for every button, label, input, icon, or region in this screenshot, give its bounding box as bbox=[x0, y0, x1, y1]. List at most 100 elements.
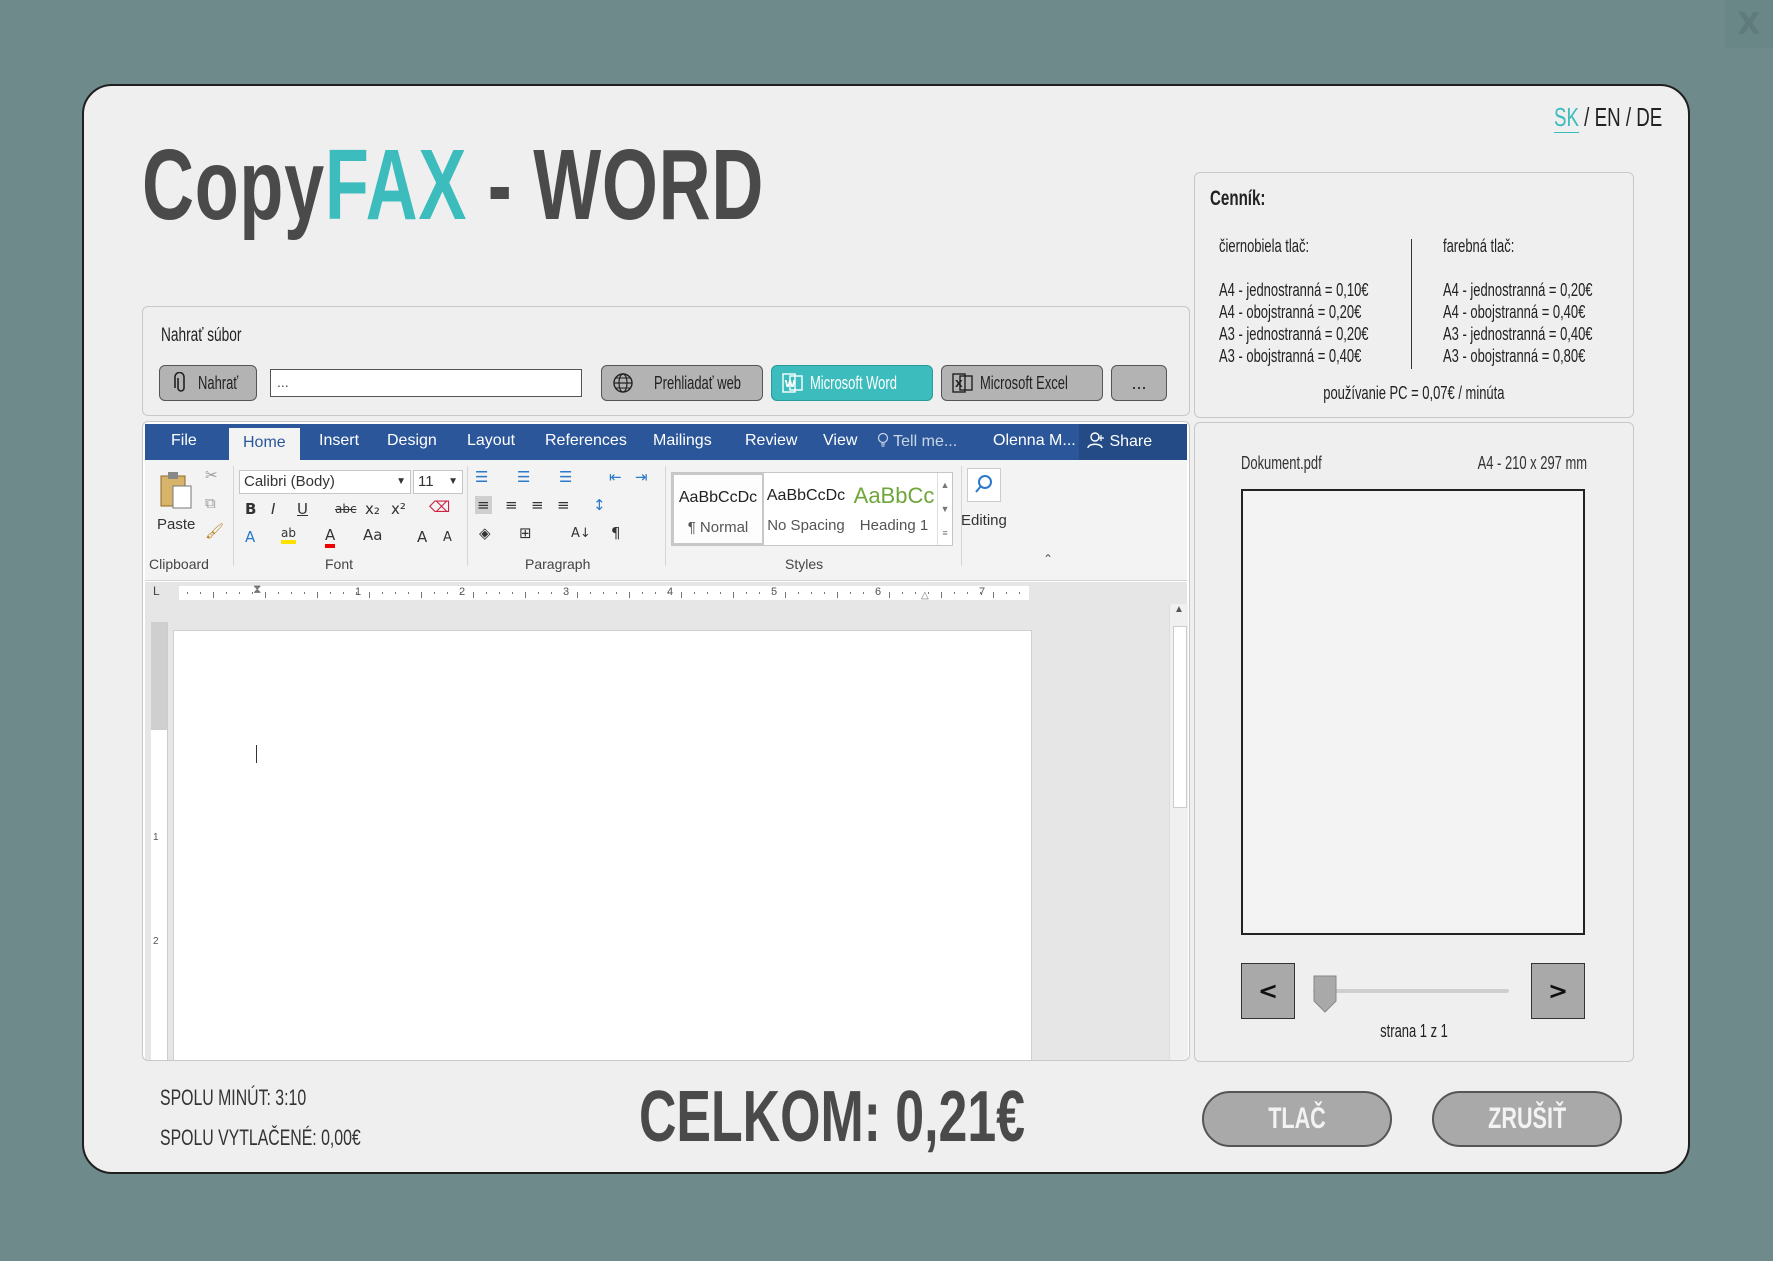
tab-insert[interactable]: Insert bbox=[319, 432, 359, 450]
share-button[interactable]: Share bbox=[1079, 424, 1187, 460]
style-normal[interactable]: AaBbCcDc ¶ Normal bbox=[672, 473, 764, 545]
vertical-scrollbar[interactable]: ▲ bbox=[1169, 604, 1188, 1060]
tab-selector[interactable]: L bbox=[153, 584, 160, 598]
multilevel-list-icon[interactable]: ☰ bbox=[559, 468, 572, 486]
line-spacing-icon[interactable]: ↕ bbox=[593, 496, 606, 514]
show-formatting-icon[interactable]: ¶ bbox=[611, 524, 621, 542]
font-size-select[interactable]: 11 ▼ bbox=[413, 470, 463, 494]
scroll-thumb[interactable] bbox=[1173, 626, 1187, 808]
increase-indent-icon[interactable]: ⇥ bbox=[635, 468, 648, 486]
ruler-tick bbox=[421, 592, 422, 598]
highlight-button[interactable]: ab bbox=[281, 526, 296, 544]
tab-mailings[interactable]: Mailings bbox=[653, 432, 712, 450]
copy-icon[interactable]: ⧉ bbox=[205, 494, 216, 512]
tab-view[interactable]: View bbox=[823, 432, 857, 450]
ruler-tick bbox=[902, 592, 903, 594]
microsoft-excel-button[interactable]: X Microsoft Excel bbox=[941, 365, 1103, 401]
sort-icon[interactable]: A↓ bbox=[571, 526, 591, 541]
align-left-icon[interactable]: ≡ bbox=[475, 496, 492, 514]
align-center-icon[interactable]: ≡ bbox=[505, 496, 518, 514]
collapse-ribbon-icon[interactable]: ⌃ bbox=[1043, 552, 1053, 566]
styles-scroll[interactable]: ▲ ▼ ≡ bbox=[937, 473, 952, 545]
font-color-button[interactable]: A bbox=[325, 526, 336, 548]
tab-layout[interactable]: Layout bbox=[467, 432, 515, 450]
clear-formatting-icon[interactable]: ⌫ bbox=[429, 498, 450, 516]
cut-icon[interactable]: ✂ bbox=[205, 466, 218, 484]
print-button[interactable]: TLAČ bbox=[1202, 1091, 1392, 1147]
more-options-button[interactable]: ... bbox=[1111, 365, 1167, 401]
user-account[interactable]: Olenna M... bbox=[993, 432, 1076, 450]
grow-font-button[interactable]: A bbox=[417, 528, 427, 546]
ruler-tick bbox=[486, 592, 487, 594]
ruler-tick bbox=[824, 592, 825, 594]
shading-icon[interactable]: ◈ bbox=[479, 524, 491, 542]
document-page[interactable] bbox=[173, 630, 1032, 1060]
print-preview-panel: Dokument.pdf A4 - 210 x 297 mm < > stran… bbox=[1194, 422, 1634, 1062]
tab-design[interactable]: Design bbox=[387, 432, 437, 450]
tab-file[interactable]: File bbox=[171, 432, 197, 450]
bw-price-row: A3 - obojstranná = 0,40€ bbox=[1219, 346, 1362, 366]
change-case-button[interactable]: Aa bbox=[363, 526, 382, 544]
numbering-icon[interactable]: ☰ bbox=[517, 468, 530, 486]
cancel-button[interactable]: ZRUŠIŤ bbox=[1432, 1091, 1622, 1147]
tab-home[interactable]: Home bbox=[229, 428, 300, 460]
borders-icon[interactable]: ⊞ bbox=[519, 524, 532, 542]
page-title: CopyFAX - WORD bbox=[142, 129, 765, 241]
tell-me-search[interactable]: Tell me... bbox=[877, 432, 957, 451]
style-no-spacing[interactable]: AaBbCcDc No Spacing bbox=[760, 473, 852, 545]
browse-web-button[interactable]: Prehliadať web bbox=[601, 365, 763, 401]
ruler-scale: 1 2 3 4 5 6 7 ⧗ △ bbox=[179, 582, 1029, 601]
scroll-up-icon[interactable]: ▲ bbox=[1174, 604, 1184, 615]
price-list-panel: Cenník: čiernobiela tlač: A4 - jednostra… bbox=[1194, 172, 1634, 418]
globe-icon bbox=[612, 372, 634, 394]
style-heading-1[interactable]: AaBbCc Heading 1 bbox=[848, 473, 940, 545]
prev-page-button[interactable]: < bbox=[1241, 963, 1295, 1019]
styles-group-label: Styles bbox=[785, 556, 824, 572]
bullets-icon[interactable]: ☰ bbox=[475, 468, 488, 486]
ruler-tick bbox=[525, 592, 526, 598]
tab-references[interactable]: References bbox=[545, 432, 627, 450]
app-window: SK / EN / DE CopyFAX - WORD Nahrať súbor… bbox=[82, 84, 1690, 1174]
lang-sk-link[interactable]: SK bbox=[1554, 102, 1579, 133]
indent-marker[interactable]: ⧗ bbox=[253, 582, 261, 597]
align-right-icon[interactable]: ≡ bbox=[531, 496, 544, 514]
superscript-button[interactable]: x² bbox=[391, 500, 406, 518]
page-slider-track[interactable] bbox=[1313, 989, 1509, 993]
ribbon-separator bbox=[233, 466, 234, 566]
next-page-button[interactable]: > bbox=[1531, 963, 1585, 1019]
font-name-select[interactable]: Calibri (Body) ▼ bbox=[239, 470, 411, 494]
text-effects-button[interactable]: A bbox=[245, 528, 255, 546]
close-button[interactable]: X bbox=[1725, 0, 1773, 48]
strikethrough-button[interactable]: abc bbox=[335, 502, 357, 516]
find-search-icon[interactable] bbox=[967, 468, 1001, 502]
ruler-tick bbox=[291, 592, 292, 594]
tab-review[interactable]: Review bbox=[745, 432, 797, 450]
decrease-indent-icon[interactable]: ⇤ bbox=[609, 468, 622, 486]
preview-paper-size: A4 - 210 x 297 mm bbox=[1477, 453, 1587, 473]
upload-button[interactable]: Nahrať bbox=[159, 365, 257, 401]
paste-button[interactable] bbox=[157, 470, 195, 516]
clipboard-group-label: Clipboard bbox=[149, 556, 209, 572]
vertical-ruler: 1 2 bbox=[151, 622, 168, 1060]
editing-menu[interactable]: Editing bbox=[961, 512, 1007, 529]
lang-de-link[interactable]: DE bbox=[1636, 102, 1662, 132]
underline-button[interactable]: U bbox=[297, 500, 308, 518]
page-slider-thumb[interactable] bbox=[1313, 975, 1337, 1013]
shrink-font-button[interactable]: A bbox=[443, 530, 452, 545]
subscript-button[interactable]: x₂ bbox=[365, 500, 380, 518]
file-path-input[interactable]: ... bbox=[270, 369, 582, 397]
ruler-tick bbox=[408, 592, 409, 594]
justify-icon[interactable]: ≡ bbox=[557, 496, 570, 514]
ruler-tick bbox=[915, 592, 916, 594]
ruler-tick bbox=[382, 592, 383, 594]
format-painter-icon[interactable]: 🖌 bbox=[205, 522, 224, 540]
microsoft-word-button[interactable]: W Microsoft Word bbox=[771, 365, 933, 401]
bold-button[interactable]: B bbox=[245, 500, 256, 518]
ruler-tick bbox=[837, 592, 838, 598]
ruler-tick bbox=[395, 592, 396, 594]
ruler-tick bbox=[733, 592, 734, 598]
lang-en-link[interactable]: EN bbox=[1595, 102, 1621, 132]
ruler-tick bbox=[954, 592, 955, 594]
italic-button[interactable]: I bbox=[271, 500, 275, 518]
ruler-tick bbox=[564, 592, 565, 594]
